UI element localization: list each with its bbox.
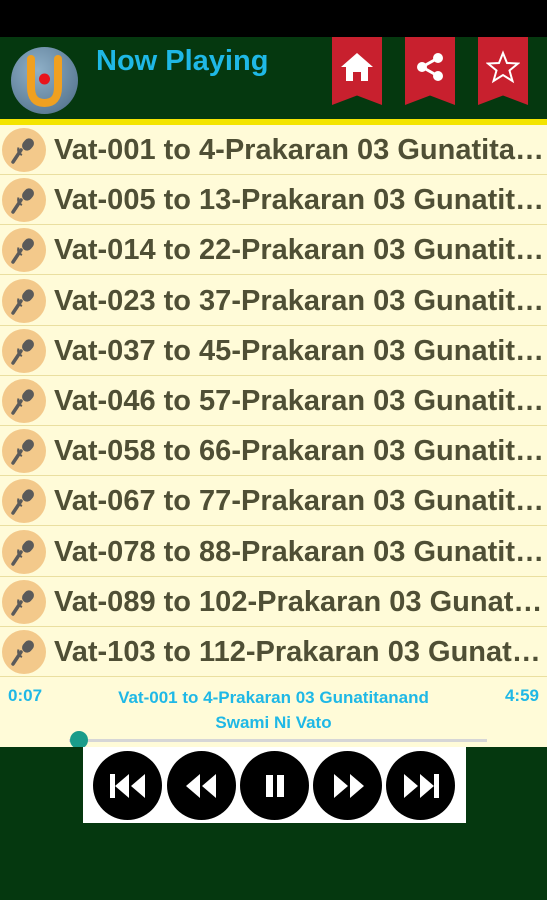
- microphone-icon: [2, 529, 46, 574]
- skip-next-icon: [403, 773, 439, 798]
- list-item[interactable]: Vat-014 to 22-Prakaran 03 Gunatitanand S…: [0, 225, 547, 276]
- skip-previous-button[interactable]: [93, 751, 162, 820]
- status-bar: [0, 0, 547, 37]
- microphone-icon: [2, 479, 46, 524]
- playback-controls: [83, 747, 466, 823]
- list-item-label: Vat-089 to 102-Prakaran 03 Gunatitanand …: [54, 585, 544, 618]
- total-duration: 4:59: [504, 686, 539, 705]
- list-item[interactable]: Vat-078 to 88-Prakaran 03 Gunatitanand S…: [0, 526, 547, 577]
- star-icon: [486, 50, 520, 84]
- pause-button[interactable]: [240, 751, 309, 820]
- list-item-label: Vat-005 to 13-Prakaran 03 Gunatitanand S…: [54, 184, 544, 217]
- list-item[interactable]: Vat-037 to 45-Prakaran 03 Gunatitanand S…: [0, 325, 547, 376]
- skip-previous-icon: [109, 773, 145, 798]
- microphone-icon: [2, 630, 46, 674]
- playlist: Vat-001 to 4-Prakaran 03 Gunatitanand Sw…: [0, 125, 547, 679]
- list-item-label: Vat-001 to 4-Prakaran 03 Gunatitanand Sw…: [54, 134, 544, 166]
- list-item-label: Vat-014 to 22-Prakaran 03 Gunatitanand S…: [54, 234, 544, 267]
- list-item[interactable]: Vat-005 to 13-Prakaran 03 Gunatitanand S…: [0, 175, 547, 226]
- microphone-icon: [2, 328, 46, 373]
- microphone-icon: [2, 429, 46, 474]
- app-logo[interactable]: [11, 47, 78, 114]
- list-item[interactable]: Vat-067 to 77-Prakaran 03 Gunatitanand S…: [0, 476, 547, 527]
- microphone-icon: [2, 128, 46, 172]
- list-item[interactable]: Vat-046 to 57-Prakaran 03 Gunatitanand S…: [0, 376, 547, 426]
- microphone-icon: [2, 278, 46, 323]
- list-item-label: Vat-058 to 66-Prakaran 03 Gunatitanand S…: [54, 435, 544, 468]
- list-item[interactable]: Vat-103 to 112-Prakaran 03 Gunatitanand …: [0, 627, 547, 677]
- list-item-label: Vat-078 to 88-Prakaran 03 Gunatitanand S…: [54, 535, 544, 568]
- skip-next-button[interactable]: [386, 751, 455, 820]
- list-item-label: Vat-023 to 37-Prakaran 03 Gunatitanand S…: [54, 284, 544, 317]
- list-item[interactable]: Vat-001 to 4-Prakaran 03 Gunatitanand Sw…: [0, 125, 547, 175]
- fast-forward-button[interactable]: [313, 751, 382, 820]
- list-item-label: Vat-046 to 57-Prakaran 03 Gunatitanand S…: [54, 385, 544, 417]
- track-title: Vat-001 to 4-Prakaran 03 Gunatitanand Sw…: [118, 688, 429, 732]
- home-icon: [341, 53, 373, 81]
- list-item-label: Vat-103 to 112-Prakaran 03 Gunatitanand …: [54, 636, 544, 668]
- list-item-label: Vat-067 to 77-Prakaran 03 Gunatitanand S…: [54, 485, 544, 518]
- seek-bar[interactable]: [69, 739, 487, 742]
- list-item[interactable]: Vat-023 to 37-Prakaran 03 Gunatitanand S…: [0, 275, 547, 326]
- page-title: Now Playing: [96, 45, 269, 77]
- microphone-icon: [2, 579, 46, 624]
- favorite-button[interactable]: [478, 37, 528, 105]
- elapsed-time: 0:07: [8, 686, 43, 705]
- pause-icon: [265, 774, 284, 797]
- microphone-icon: [2, 379, 46, 423]
- microphone-icon: [2, 228, 46, 273]
- list-item[interactable]: Vat-089 to 102-Prakaran 03 Gunatitanand …: [0, 576, 547, 627]
- list-item[interactable]: Vat-058 to 66-Prakaran 03 Gunatitanand S…: [0, 426, 547, 477]
- share-button[interactable]: [405, 37, 455, 105]
- rewind-button[interactable]: [167, 751, 236, 820]
- home-button[interactable]: [332, 37, 382, 105]
- list-item-label: Vat-037 to 45-Prakaran 03 Gunatitanand S…: [54, 334, 544, 367]
- share-icon: [417, 53, 443, 81]
- app-logo-icon: [27, 55, 62, 108]
- rewind-icon: [185, 773, 216, 798]
- microphone-icon: [2, 178, 46, 223]
- app-header: Now Playing: [0, 37, 547, 119]
- fast-forward-icon: [333, 773, 364, 798]
